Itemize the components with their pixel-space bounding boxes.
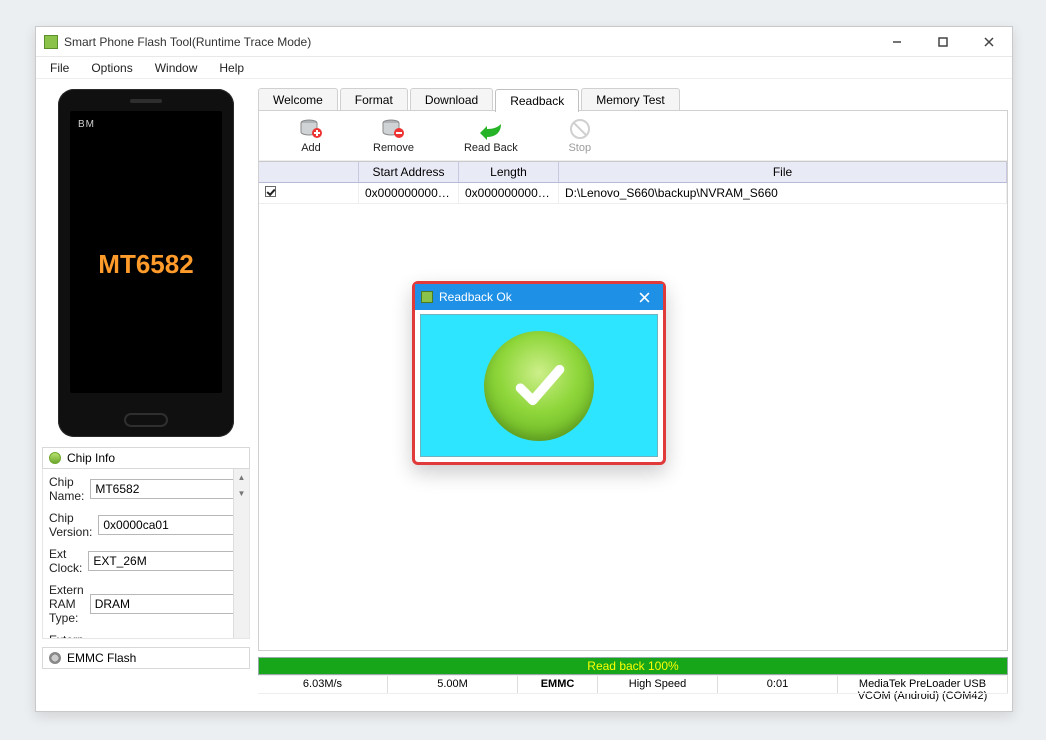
grid-header-start[interactable]: Start Address xyxy=(359,162,459,182)
remove-label: Remove xyxy=(373,142,414,154)
status-storage: EMMC xyxy=(518,676,598,693)
status-speed: 6.03M/s xyxy=(258,676,388,693)
extern-ram-type-field[interactable] xyxy=(90,594,250,614)
success-check-icon xyxy=(484,331,594,441)
dialog-body xyxy=(420,314,658,457)
database-add-icon xyxy=(299,118,323,140)
chip-info-scrollbar[interactable]: ▲▼ xyxy=(233,469,249,638)
status-mode: High Speed xyxy=(598,676,718,693)
arrow-back-icon xyxy=(479,118,503,140)
status-bar-2 xyxy=(258,693,1008,711)
stop-icon xyxy=(568,118,592,140)
menu-file[interactable]: File xyxy=(40,59,79,77)
close-button[interactable] xyxy=(966,27,1012,57)
status-bar: 6.03M/s 5.00M EMMC High Speed 0:01 Media… xyxy=(258,675,1008,693)
add-button[interactable]: Add xyxy=(299,118,323,154)
phone-soc: MT6582 xyxy=(58,249,234,280)
phone-preview: BM MT6582 xyxy=(58,89,234,437)
chip-version-label: Chip Version: xyxy=(49,511,92,539)
title-bar: Smart Phone Flash Tool(Runtime Trace Mod… xyxy=(36,27,1012,57)
app-window: Smart Phone Flash Tool(Runtime Trace Mod… xyxy=(35,26,1013,712)
readback-button[interactable]: Read Back xyxy=(464,118,518,154)
tab-format[interactable]: Format xyxy=(340,88,408,111)
toolbar: Add Remove Read Back Stop xyxy=(259,111,1007,161)
progress-bar: Read back 100% xyxy=(258,657,1008,675)
chip-info-title: Chip Info xyxy=(67,451,115,465)
row-checkbox[interactable] xyxy=(265,186,276,197)
minimize-button[interactable] xyxy=(874,27,920,57)
add-label: Add xyxy=(301,142,321,154)
chip-info-panel: Chip Info ▲▼ Chip Name: Chip Version: Ex… xyxy=(42,447,250,639)
readback-grid: Start Address Length File 0x000000000100… xyxy=(259,161,1007,204)
stop-label: Stop xyxy=(568,142,591,154)
grid-header: Start Address Length File xyxy=(259,162,1007,183)
stop-button[interactable]: Stop xyxy=(568,118,592,154)
extern-ram-size-label: Extern RAM Size: xyxy=(49,633,84,639)
chip-name-label: Chip Name: xyxy=(49,475,84,503)
grid-row[interactable]: 0x000000000100... 0x000000000050... D:\L… xyxy=(259,183,1007,204)
app-icon xyxy=(44,35,58,49)
status-time: 0:01 xyxy=(718,676,838,693)
menu-window[interactable]: Window xyxy=(145,59,208,77)
emmc-title: EMMC Flash xyxy=(67,651,136,665)
readback-label: Read Back xyxy=(464,142,518,154)
chip-version-field[interactable] xyxy=(98,515,250,535)
phone-brand: BM xyxy=(78,119,95,130)
maximize-button[interactable] xyxy=(920,27,966,57)
gear-icon xyxy=(49,652,61,664)
dialog-title-bar[interactable]: Readback Ok xyxy=(415,284,663,310)
chip-name-field[interactable] xyxy=(90,479,250,499)
chip-info-header: Chip Info xyxy=(42,447,250,469)
window-title: Smart Phone Flash Tool(Runtime Trace Mod… xyxy=(64,35,874,49)
status-size: 5.00M xyxy=(388,676,518,693)
readback-ok-dialog: Readback Ok xyxy=(412,281,666,465)
dialog-icon xyxy=(421,291,433,303)
tab-download[interactable]: Download xyxy=(410,88,493,111)
dialog-close-button[interactable] xyxy=(629,286,659,308)
grid-header-file[interactable]: File xyxy=(559,162,1007,182)
grid-header-length[interactable]: Length xyxy=(459,162,559,182)
emmc-panel: EMMC Flash xyxy=(42,647,250,669)
tab-bar: Welcome Format Download Readback Memory … xyxy=(258,85,1012,111)
remove-button[interactable]: Remove xyxy=(373,118,414,154)
chip-icon xyxy=(49,452,61,464)
row-start: 0x000000000100... xyxy=(359,183,459,203)
tab-memory-test[interactable]: Memory Test xyxy=(581,88,679,111)
grid-header-check[interactable] xyxy=(259,162,359,182)
ext-clock-label: Ext Clock: xyxy=(49,547,82,575)
tab-readback[interactable]: Readback xyxy=(495,89,579,112)
row-file: D:\Lenovo_S660\backup\NVRAM_S660 xyxy=(559,183,1007,203)
ext-clock-field[interactable] xyxy=(88,551,250,571)
status-port: MediaTek PreLoader USB VCOM (Android) (C… xyxy=(838,676,1008,693)
extern-ram-type-label: Extern RAM Type: xyxy=(49,583,84,625)
database-remove-icon xyxy=(381,118,405,140)
row-length: 0x000000000050... xyxy=(459,183,559,203)
tab-welcome[interactable]: Welcome xyxy=(258,88,338,111)
dialog-title: Readback Ok xyxy=(439,290,512,304)
menu-help[interactable]: Help xyxy=(209,59,254,77)
menu-bar: File Options Window Help xyxy=(36,57,1012,79)
menu-options[interactable]: Options xyxy=(81,59,142,77)
progress-text: Read back 100% xyxy=(587,659,678,673)
sidebar: BM MT6582 Chip Info ▲▼ Chip Name: Chip V… xyxy=(36,81,256,711)
